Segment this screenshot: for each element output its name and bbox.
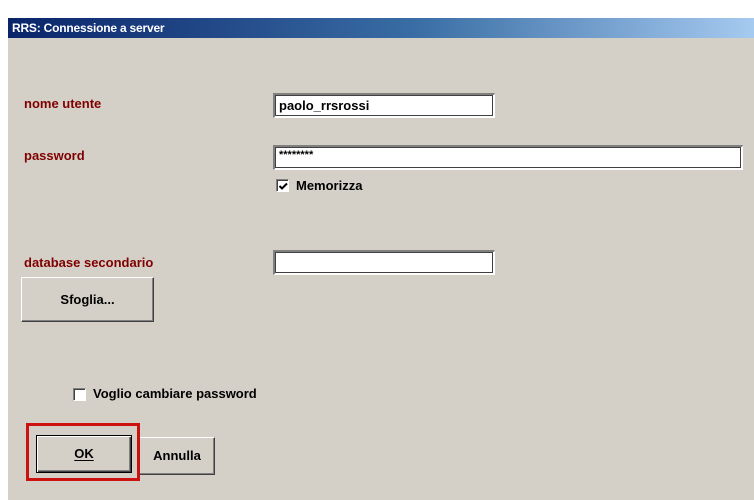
browse-button[interactable]: Sfoglia... <box>21 277 154 322</box>
remember-label: Memorizza <box>296 178 363 193</box>
cancel-button[interactable]: Annulla <box>139 437 215 475</box>
secondary-db-label: database secondario <box>24 255 154 270</box>
ok-button-highlight <box>26 423 140 481</box>
username-label: nome utente <box>24 96 102 111</box>
title-bar[interactable]: RRS: Connessione a server <box>8 18 754 38</box>
password-label: password <box>24 148 85 163</box>
checkmark-icon <box>278 182 288 190</box>
window-title: RRS: Connessione a server <box>12 21 165 35</box>
change-password-checkbox[interactable] <box>73 388 86 401</box>
username-field[interactable]: paolo_rrsrossi <box>273 93 495 118</box>
remember-checkbox[interactable] <box>276 179 289 192</box>
password-field[interactable]: ******** <box>273 145 743 170</box>
secondary-db-field[interactable] <box>273 250 495 275</box>
change-password-label: Voglio cambiare password <box>93 386 257 401</box>
